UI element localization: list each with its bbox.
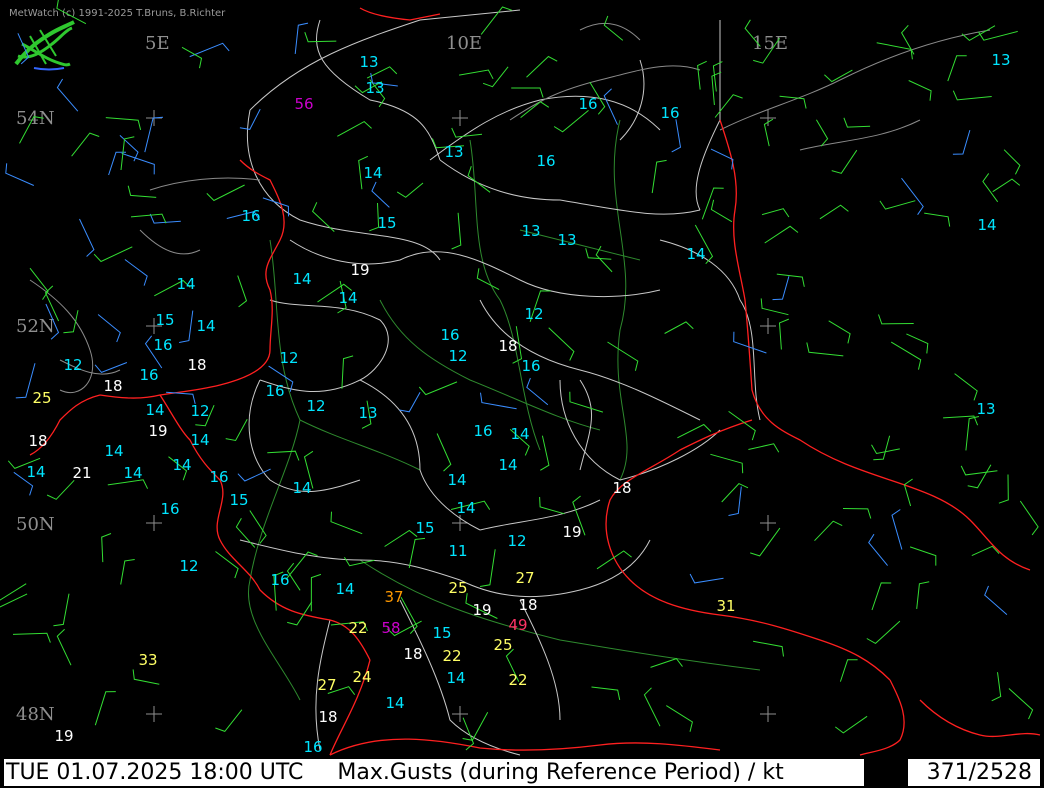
gust-value: 49: [508, 616, 527, 634]
gust-value: 13: [557, 231, 576, 249]
valid-time: TUE 01.07.2025 18:00 UTC: [6, 760, 304, 785]
gust-value: 16: [153, 336, 172, 354]
gust-value: 18: [498, 337, 517, 355]
lat-label-50n: 50N: [16, 514, 55, 535]
gust-value: 14: [176, 275, 195, 293]
parameter-label: Max.Gusts (during Reference Period) / kt: [337, 760, 784, 785]
gust-value: 12: [524, 305, 543, 323]
gust-value: 25: [448, 579, 467, 597]
gust-value: 16: [209, 468, 228, 486]
gust-value: 58: [381, 619, 400, 637]
gust-value: 14: [363, 164, 382, 182]
gust-value: 15: [155, 311, 174, 329]
lat-label-54n: 54N: [16, 108, 55, 129]
gust-value: 14: [447, 471, 466, 489]
gust-value: 15: [229, 491, 248, 509]
gust-value: 12: [179, 557, 198, 575]
gust-value: 14: [196, 317, 215, 335]
gust-value: 14: [385, 694, 404, 712]
gust-value: 18: [28, 432, 47, 450]
gust-value: 16: [473, 422, 492, 440]
lon-label-5e: 5E: [145, 33, 170, 54]
gust-value: 14: [686, 245, 705, 263]
gust-value: 12: [279, 349, 298, 367]
gust-value: 18: [403, 645, 422, 663]
gust-value: 56: [294, 95, 313, 113]
gust-value: 16: [139, 366, 158, 384]
gust-value: 14: [26, 463, 45, 481]
gust-value: 14: [172, 456, 191, 474]
gust-value: 22: [348, 619, 367, 637]
gust-value: 16: [440, 326, 459, 344]
gust-value: 13: [991, 51, 1010, 69]
gust-value: 12: [507, 532, 526, 550]
gust-value: 14: [335, 580, 354, 598]
gust-value: 13: [521, 222, 540, 240]
gust-value: 12: [448, 347, 467, 365]
gust-value: 14: [104, 442, 123, 460]
gust-value: 12: [306, 397, 325, 415]
gust-value: 19: [350, 261, 369, 279]
gust-value: 18: [518, 596, 537, 614]
gust-value: 16: [521, 357, 540, 375]
gust-value: 12: [190, 402, 209, 420]
gust-value: 15: [377, 214, 396, 232]
gust-value: 21: [72, 464, 91, 482]
gust-value: 14: [338, 289, 357, 307]
gust-value: 25: [32, 389, 51, 407]
gust-value: 14: [498, 456, 517, 474]
gust-value: 16: [270, 571, 289, 589]
gust-value: 14: [292, 270, 311, 288]
gust-value: 27: [515, 569, 534, 587]
gust-value: 16: [536, 152, 555, 170]
gust-value: 19: [562, 523, 581, 541]
gust-value: 22: [442, 647, 461, 665]
gust-value: 24: [352, 668, 371, 686]
gust-value: 27: [317, 676, 336, 694]
gust-value: 25: [493, 636, 512, 654]
station-count: 371/2528: [908, 759, 1040, 786]
gust-value: 22: [508, 671, 527, 689]
lat-label-52n: 52N: [16, 316, 55, 337]
gust-value: 15: [415, 519, 434, 537]
gust-value: 13: [976, 400, 995, 418]
gust-value: 12: [63, 356, 82, 374]
gust-value: 13: [359, 53, 378, 71]
gust-value: 16: [660, 104, 679, 122]
gust-value: 15: [432, 624, 451, 642]
status-time-panel: TUE 01.07.2025 18:00 UTC Max.Gusts (durin…: [4, 759, 864, 786]
gust-value: 14: [446, 669, 465, 687]
gust-value: 14: [977, 216, 996, 234]
copyright-credit: MetWatch (c) 1991-2025 T.Bruns, B.Richte…: [9, 8, 226, 19]
gust-value: 14: [123, 464, 142, 482]
gust-value: 14: [190, 431, 209, 449]
gust-value: 18: [318, 708, 337, 726]
lat-label-48n: 48N: [16, 704, 55, 725]
status-bar: TUE 01.07.2025 18:00 UTC Max.Gusts (durin…: [0, 757, 1044, 788]
gust-value: 19: [472, 601, 491, 619]
gust-value: 11: [448, 542, 467, 560]
gust-value: 13: [365, 79, 384, 97]
gust-value: 16: [241, 207, 260, 225]
gust-value: 37: [384, 588, 403, 606]
gust-value: 14: [292, 479, 311, 497]
gust-value: 13: [444, 143, 463, 161]
lon-label-10e: 10E: [446, 33, 482, 54]
gust-value: 18: [103, 377, 122, 395]
gust-value: 14: [510, 425, 529, 443]
gust-value: 19: [148, 422, 167, 440]
gust-value: 16: [160, 500, 179, 518]
gust-value: 18: [187, 356, 206, 374]
gust-value: 13: [358, 404, 377, 422]
gust-value: 14: [145, 401, 164, 419]
gust-value: 16: [303, 738, 322, 756]
gust-value: 18: [612, 479, 631, 497]
gust-value: 16: [578, 95, 597, 113]
gust-value: 19: [54, 727, 73, 745]
gust-value: 31: [716, 597, 735, 615]
gust-value: 14: [456, 499, 475, 517]
gust-value: 33: [138, 651, 157, 669]
weather-map: MetWatch (c) 1991-2025 T.Bruns, B.Richte…: [0, 0, 1044, 788]
gust-value: 16: [265, 382, 284, 400]
